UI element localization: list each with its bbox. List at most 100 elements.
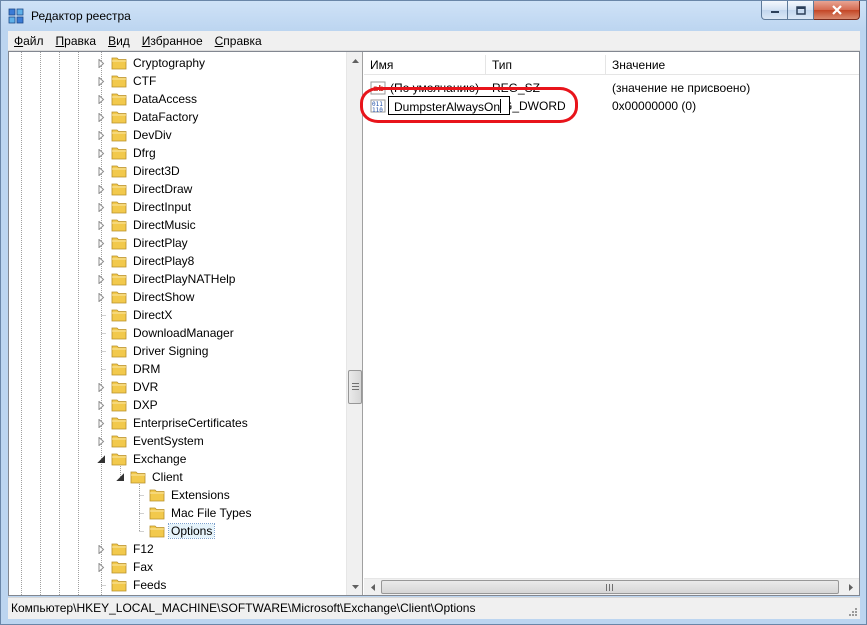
collapse-arrow-icon[interactable] [116,472,125,482]
expand-arrow-icon[interactable] [97,544,106,554]
tree-item-label: DirectPlay8 [133,254,195,268]
tree-vertical-scrollbar[interactable] [346,52,362,595]
tree-item-directdraw[interactable]: DirectDraw [97,180,194,198]
expand-arrow-icon[interactable] [97,112,106,122]
tree-item-dxp[interactable]: DXP [97,396,160,414]
tree-scroll-thumb[interactable] [348,370,362,404]
tree-item-mac-file-types[interactable]: Mac File Types [135,504,253,522]
expand-arrow-icon[interactable] [97,436,106,446]
column-name-header[interactable]: Имя [364,55,486,75]
tree-item-fax[interactable]: Fax [97,558,155,576]
tree-item-label: Client [152,470,183,484]
menu-view[interactable]: Вид [102,34,136,48]
minimize-button[interactable] [761,1,788,20]
tree-item-downloadmanager[interactable]: DownloadManager [97,324,236,342]
scroll-up-button[interactable] [347,52,362,69]
tree-item-ctf[interactable]: CTF [97,72,158,90]
tree-item-drm[interactable]: DRM [97,360,162,378]
title-bar[interactable]: Редактор реестра [1,1,866,31]
arrow-right-icon [848,583,853,591]
grip-line [352,389,359,390]
expand-arrow-icon[interactable] [97,94,106,104]
tree-item-directshow[interactable]: DirectShow [97,288,196,306]
expand-arrow-icon[interactable] [97,418,106,428]
expand-arrow-icon[interactable] [97,256,106,266]
tree-item-enterprisecertificates[interactable]: EnterpriseCertificates [97,414,250,432]
svg-text:110: 110 [372,107,383,114]
tree-item-directplay[interactable]: DirectPlay [97,234,190,252]
collapse-arrow-icon[interactable] [97,454,106,464]
tree-item-client[interactable]: Client [116,468,185,486]
tree-item-extensions[interactable]: Extensions [135,486,232,504]
tree-item-feeds[interactable]: Feeds [97,576,168,594]
tree-item-label: DataAccess [133,92,198,106]
tree-item-label: DirectX [133,308,173,322]
menu-help[interactable]: Справка [209,34,268,48]
expand-arrow-icon[interactable] [97,274,106,284]
tree-item-label: EventSystem [133,434,204,448]
tree-item-cryptography[interactable]: Cryptography [97,54,207,72]
expand-arrow-icon[interactable] [97,166,106,176]
tree-item-options[interactable]: Options [135,522,216,540]
menu-view-label: ид [116,33,130,48]
menu-file[interactable]: Файл [8,34,50,48]
value-type: REG_SZ [492,81,541,95]
menu-favorites[interactable]: Избранное [136,34,209,48]
tree-item-label: DirectPlay [133,236,188,250]
scroll-right-button[interactable] [842,579,859,595]
expand-arrow-icon[interactable] [97,238,106,248]
tree-item-directplaynathelp[interactable]: DirectPlayNATHelp [97,270,237,288]
tree-item-devdiv[interactable]: DevDiv [97,126,174,144]
expand-arrow-icon[interactable] [97,202,106,212]
close-button[interactable] [814,1,860,20]
tree-item-dfrg[interactable]: Dfrg [97,144,158,162]
values-scroll-thumb[interactable] [381,580,839,594]
menu-help-label: правка [223,33,262,48]
tree-item-driver-signing[interactable]: Driver Signing [97,342,210,360]
tree-item-directplay8[interactable]: DirectPlay8 [97,252,196,270]
tree-item-f12[interactable]: F12 [97,540,156,558]
expand-arrow-icon[interactable] [97,292,106,302]
tree-item-label: DirectPlayNATHelp [133,272,236,286]
tree-item-exchange[interactable]: Exchange [97,450,188,468]
expand-arrow-icon[interactable] [97,58,106,68]
expand-arrow-icon[interactable] [97,76,106,86]
tree-item-label: DirectShow [133,290,195,304]
expand-arrow-icon[interactable] [97,184,106,194]
tree-item-direct3d[interactable]: Direct3D [97,162,182,180]
expand-arrow-icon[interactable] [97,220,106,230]
values-horizontal-scrollbar[interactable] [364,578,859,595]
scroll-left-button[interactable] [364,579,381,595]
size-grip-icon[interactable] [847,606,858,617]
folder-open-icon [130,471,146,484]
grip-line [352,386,359,387]
column-data-header[interactable]: Значение [606,55,859,75]
expand-arrow-icon[interactable] [97,562,106,572]
value-row-dumpster[interactable]: 011 110 G_DWORD 0x00000000 (0) [360,87,859,123]
expand-arrow-icon[interactable] [97,148,106,158]
tree-item-label: Direct3D [133,164,180,178]
tree-item-label: CTF [133,74,157,88]
expand-arrow-icon[interactable] [97,130,106,140]
value-row-default[interactable]: ab (По умолчанию) REG_SZ (значение не пр… [364,79,859,97]
column-type-header[interactable]: Тип [486,55,606,75]
tree-item-directinput[interactable]: DirectInput [97,198,193,216]
rename-input[interactable] [388,96,510,115]
tree-item-directx[interactable]: DirectX [97,306,174,324]
menu-view-accel: В [108,33,117,48]
maximize-button[interactable] [788,1,814,20]
folder-icon [111,129,127,142]
folder-icon [111,417,127,430]
tree-item-label: DVR [133,380,159,394]
tree-item-datafactory[interactable]: DataFactory [97,108,200,126]
folder-icon [111,237,127,250]
scroll-down-button[interactable] [347,578,362,595]
tree-item-directmusic[interactable]: DirectMusic [97,216,198,234]
tree-item-eventsystem[interactable]: EventSystem [97,432,206,450]
tree-item-dataaccess[interactable]: DataAccess [97,90,199,108]
expand-arrow-icon[interactable] [97,382,106,392]
menu-edit[interactable]: Правка [50,34,103,48]
expand-arrow-icon[interactable] [97,400,106,410]
menu-edit-label: равка [64,33,97,48]
tree-item-dvr[interactable]: DVR [97,378,160,396]
